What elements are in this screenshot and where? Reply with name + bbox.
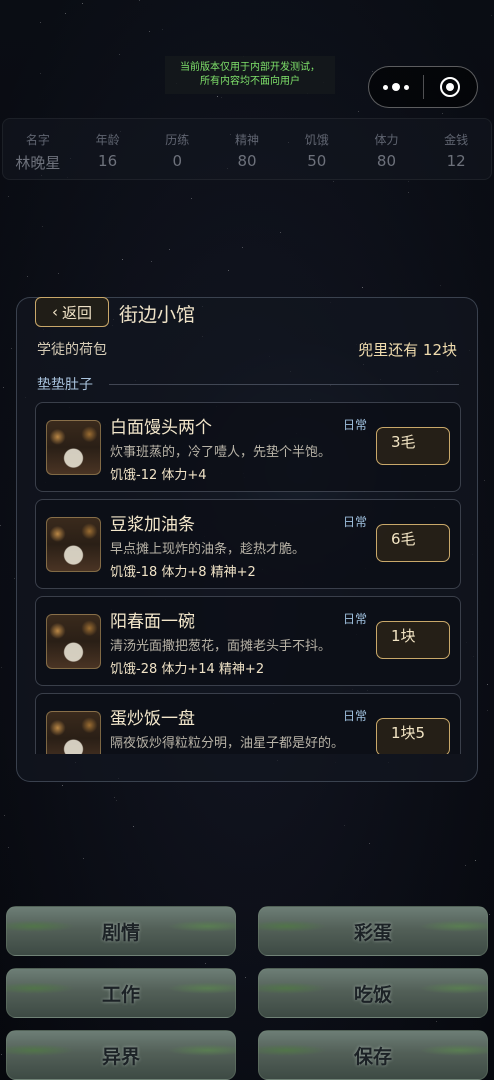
eat-button[interactable]: 吃饭: [258, 968, 488, 1018]
food-thumbnail: [46, 614, 101, 669]
more-dots-icon: [382, 83, 409, 91]
food-thumbnail: [46, 420, 101, 475]
food-tag: 日常: [343, 418, 368, 432]
dev-notice: 当前版本仅用于内部开发测试， 所有内容均不面向用户: [165, 56, 335, 94]
dev-notice-line2: 所有内容均不面向用户: [200, 76, 300, 87]
stats-bar: 名字 林晚星 年龄 16 历练 0 精神 80 饥饿 50 体力 80 金钱 1…: [2, 118, 492, 180]
buy-button[interactable]: 3毛: [376, 427, 450, 465]
work-button[interactable]: 工作: [6, 968, 236, 1018]
food-item-soymilk-youtiao: 豆浆加油条 日常 早点摊上现炸的油条，趁热才脆。 饥饿-18 体力+8 精神+2…: [35, 499, 461, 589]
save-button-label: 保存: [353, 1045, 392, 1068]
stat-experience: 历练 0: [142, 119, 212, 179]
section-title: 垫垫肚子: [37, 377, 93, 393]
stat-value: 80: [237, 152, 257, 170]
food-thumbnail: [46, 711, 101, 754]
food-description: 炊事班蒸的，冷了噎人，先垫个半饱。: [110, 445, 332, 460]
stat-money: 金钱 12: [421, 119, 491, 179]
back-button[interactable]: ‹ 返回: [35, 297, 109, 327]
dev-notice-line1: 当前版本仅用于内部开发测试，: [180, 62, 320, 73]
food-item-egg-fried-rice: 蛋炒饭一盘 日常 隔夜饭炒得粒粒分明，油星子都是好的。 1块5: [35, 693, 461, 754]
buy-button[interactable]: 6毛: [376, 524, 450, 562]
stat-value: 16: [98, 152, 118, 170]
stat-stamina: 体力 80: [352, 119, 422, 179]
food-name: 豆浆加油条: [110, 515, 195, 535]
stat-hunger: 饥饿 50: [282, 119, 352, 179]
stat-label: 体力: [374, 133, 399, 147]
food-description: 隔夜饭炒得粒粒分明，油星子都是好的。: [110, 736, 345, 751]
food-description: 早点摊上现炸的油条，趁热才脆。: [110, 542, 306, 557]
bag-label: 学徒的荷包: [37, 342, 107, 358]
money-remaining: 兜里还有 12块: [358, 341, 457, 359]
close-target-icon: [440, 77, 461, 97]
food-effect: 饥饿-12 体力+4: [110, 468, 207, 483]
food-effect: 饥饿-18 体力+8 精神+2: [110, 565, 256, 580]
stat-value: 12: [446, 152, 466, 170]
more-menu-button[interactable]: [369, 67, 423, 107]
stat-name: 名字 林晚星: [3, 119, 73, 179]
stat-age: 年龄 16: [73, 119, 143, 179]
panel-title: 街边小馆: [119, 304, 196, 326]
stat-label: 金钱: [444, 133, 469, 147]
food-description: 清汤光面撒把葱花，面摊老头手不抖。: [110, 639, 332, 654]
food-name: 白面馒头两个: [110, 418, 212, 438]
miniprogram-capsule: [368, 66, 478, 108]
stat-label: 年龄: [95, 133, 120, 147]
easter-egg-button[interactable]: 彩蛋: [258, 906, 488, 956]
stat-label: 历练: [165, 133, 190, 147]
stat-value: 50: [307, 152, 327, 170]
food-item-steamed-buns: 白面馒头两个 日常 炊事班蒸的，冷了噎人，先垫个半饱。 饥饿-12 体力+4 3…: [35, 402, 461, 492]
story-button[interactable]: 剧情: [6, 906, 236, 956]
shop-panel: ‹ 返回 街边小馆 学徒的荷包 兜里还有 12块 垫垫肚子 白面馒头两个 日常 …: [16, 297, 478, 782]
food-tag: 日常: [343, 612, 368, 626]
food-thumbnail: [46, 517, 101, 572]
food-name: 阳春面一碗: [110, 612, 195, 632]
chevron-left-icon: ‹: [51, 303, 58, 321]
stat-value: 0: [172, 152, 183, 170]
food-tag: 日常: [343, 709, 368, 723]
stat-label: 饥饿: [304, 133, 329, 147]
back-button-label: 返回: [61, 303, 92, 322]
stat-spirit: 精神 80: [212, 119, 282, 179]
buy-button[interactable]: 1块5: [376, 718, 450, 754]
easter-egg-button-label: 彩蛋: [353, 921, 392, 944]
save-button[interactable]: 保存: [258, 1030, 488, 1080]
story-button-label: 剧情: [101, 921, 140, 944]
stat-label: 精神: [235, 133, 260, 147]
stat-value: 林晚星: [15, 154, 61, 172]
close-miniprogram-button[interactable]: [424, 67, 478, 107]
food-list[interactable]: 白面馒头两个 日常 炊事班蒸的，冷了噎人，先垫个半饱。 饥饿-12 体力+4 3…: [35, 402, 461, 754]
section-divider: [109, 384, 459, 385]
food-tag: 日常: [343, 515, 368, 529]
food-item-yangchun-noodles: 阳春面一碗 日常 清汤光面撒把葱花，面摊老头手不抖。 饥饿-28 体力+14 精…: [35, 596, 461, 686]
stat-label: 名字: [25, 133, 50, 147]
food-name: 蛋炒饭一盘: [110, 709, 195, 729]
eat-button-label: 吃饭: [353, 983, 392, 1006]
otherworld-button-label: 异界: [101, 1045, 140, 1068]
work-button-label: 工作: [101, 983, 140, 1006]
otherworld-button[interactable]: 异界: [6, 1030, 236, 1080]
buy-button[interactable]: 1块: [376, 621, 450, 659]
stat-value: 80: [376, 152, 396, 170]
food-effect: 饥饿-28 体力+14 精神+2: [110, 662, 265, 677]
